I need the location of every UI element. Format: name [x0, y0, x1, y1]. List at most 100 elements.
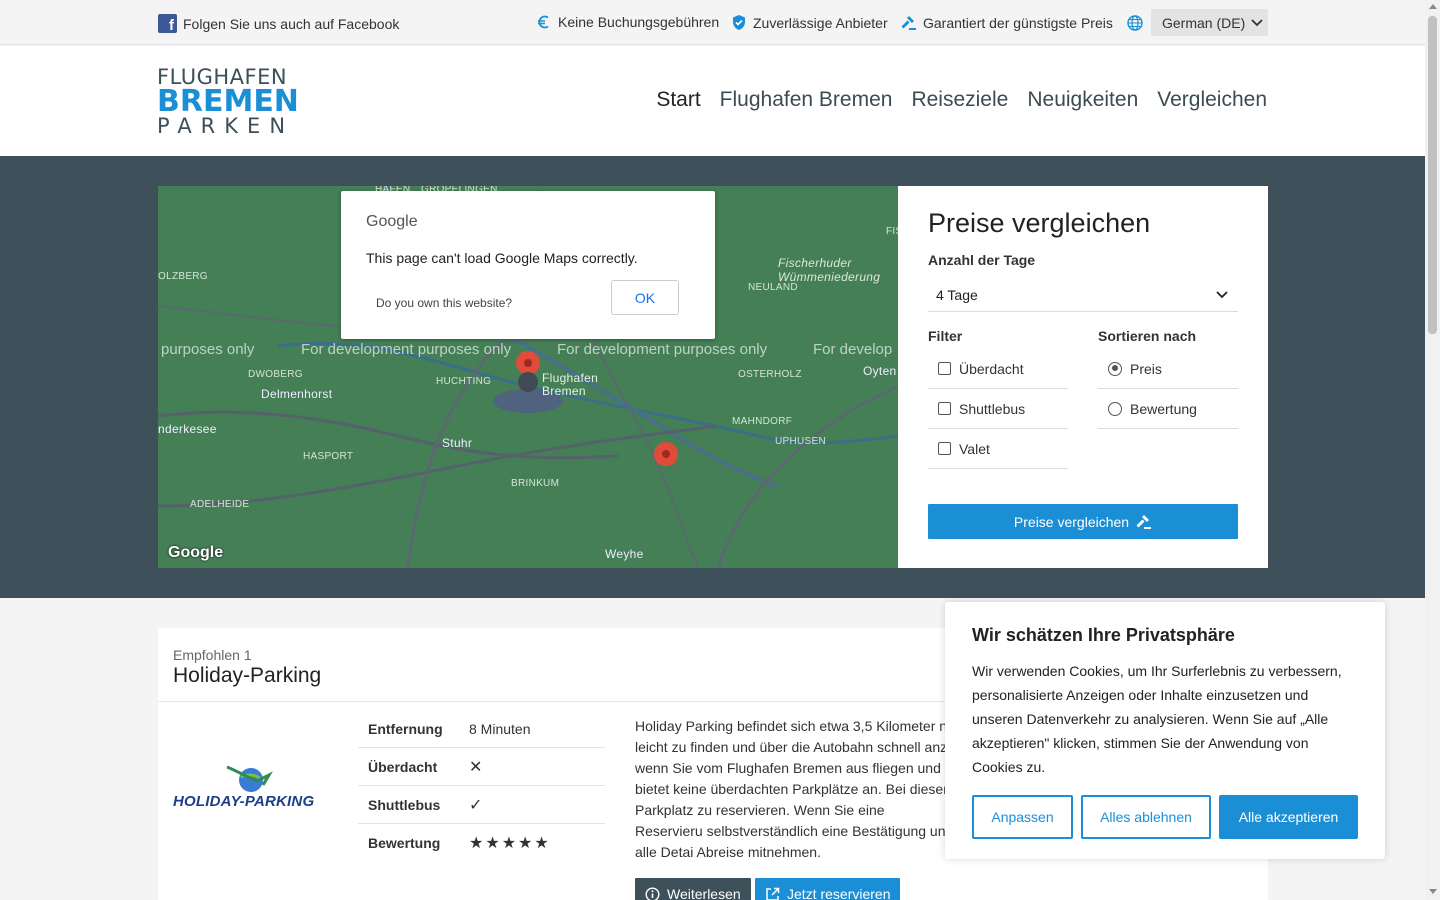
- map-label: nderkesee: [158, 422, 217, 436]
- top-bar: f Folgen Sie uns auch auf Facebook Keine…: [0, 0, 1425, 45]
- sort-label: Sortieren nach: [1098, 328, 1197, 344]
- map-label: ADELHEIDE: [190, 499, 250, 510]
- gavel-icon: [1136, 515, 1152, 529]
- checkbox[interactable]: [938, 442, 951, 455]
- site-logo[interactable]: FLUGHAFEN BREMEN PARKEN: [157, 66, 299, 138]
- euro-icon: [538, 15, 549, 29]
- read-more-label: Weiterlesen: [667, 886, 741, 900]
- days-select[interactable]: 4 Tage: [928, 278, 1238, 312]
- map-label: OSTERHOLZ: [738, 369, 802, 380]
- radio[interactable]: [1108, 361, 1122, 376]
- usp-no-fees: Keine Buchungsgebühren: [536, 14, 719, 30]
- page-scrollbar[interactable]: [1425, 0, 1440, 900]
- compare-button-label: Preise vergleichen: [1013, 513, 1130, 530]
- days-value: 4 Tage: [936, 286, 978, 303]
- table-row: Überdacht ✕: [358, 748, 605, 786]
- days-label: Anzahl der Tage: [928, 252, 1036, 268]
- holiday-parking-text: HOLIDAY-PARKING: [173, 793, 315, 810]
- logo-line-3: PARKEN: [157, 114, 295, 138]
- usp-label: Keine Buchungsgebühren: [558, 14, 720, 30]
- nav-reiseziele[interactable]: Reiseziele: [911, 88, 1008, 112]
- scroll-thumb[interactable]: [1428, 16, 1437, 334]
- feature-key: Entfernung: [368, 720, 443, 737]
- reserve-label: Jetzt reservieren: [787, 886, 891, 900]
- sort-option-label: Preis: [1130, 360, 1162, 377]
- map-label: Stuhr: [442, 436, 473, 450]
- feature-key: Bewertung: [368, 835, 441, 851]
- map-label: HASPORT: [303, 451, 354, 462]
- map-label: UPHUSEN: [775, 436, 826, 447]
- chevron-down-icon: [1216, 291, 1228, 299]
- map-label: Oyten: [863, 364, 897, 378]
- cookie-reject-button[interactable]: Alles ablehnen: [1081, 795, 1211, 839]
- nav-start[interactable]: Start: [656, 88, 700, 112]
- listing-name[interactable]: Holiday-Parking: [173, 664, 321, 688]
- scroll-up-arrow-icon[interactable]: [1429, 4, 1437, 9]
- table-row: Entfernung 8 Minuten: [358, 710, 605, 748]
- map-label: Delmenhorst: [261, 387, 333, 401]
- site-header: FLUGHAFEN BREMEN PARKEN Start Flughafen …: [0, 46, 1425, 156]
- rating-stars: ★★★★★: [469, 835, 551, 852]
- map-label: HUCHTING: [436, 376, 492, 387]
- google-map[interactable]: HÄFEN GRÖPELINGEN OLZBERG DWOBERG HUCHTI…: [158, 186, 898, 568]
- language-select[interactable]: German (DE): [1151, 9, 1268, 36]
- usp-label: Garantiert der günstigste Preis: [923, 14, 1113, 31]
- table-row: Bewertung ★★★★★: [358, 824, 605, 862]
- dev-watermark: For development purposes only: [557, 341, 768, 358]
- cookie-title: Wir schätzen Ihre Privatsphäre: [972, 625, 1235, 645]
- chevron-down-icon: [1251, 18, 1263, 26]
- map-label: Weyhe: [605, 547, 644, 561]
- sort-option-label: Bewertung: [1130, 400, 1197, 417]
- shield-check-icon: [733, 15, 745, 30]
- nav-vergleichen[interactable]: Vergleichen: [1157, 88, 1267, 112]
- map-label: OLZBERG: [158, 271, 208, 282]
- facebook-link[interactable]: f Folgen Sie uns auch auf Facebook: [158, 14, 399, 33]
- maps-error-message: This page can't load Google Maps correct…: [366, 250, 638, 266]
- nav-neuigkeiten[interactable]: Neuigkeiten: [1027, 88, 1138, 112]
- feature-key: Überdacht: [368, 758, 438, 775]
- sort-rating[interactable]: Bewertung: [1098, 389, 1238, 429]
- compare-button[interactable]: Preise vergleichen: [928, 504, 1238, 539]
- filter-covered[interactable]: Überdacht: [928, 349, 1068, 389]
- facebook-label: Folgen Sie uns auch auf Facebook: [183, 15, 400, 32]
- scroll-down-arrow-icon[interactable]: [1429, 889, 1437, 894]
- own-website-link[interactable]: Do you own this website?: [376, 296, 512, 310]
- map-label: FIS: [886, 226, 898, 237]
- map-label: MAHNDORF: [732, 416, 793, 427]
- compare-panel: Preise vergleichen Anzahl der Tage 4 Tag…: [898, 186, 1268, 568]
- globe-icon: [1127, 15, 1143, 31]
- checkbox[interactable]: [938, 362, 951, 375]
- read-more-button[interactable]: Weiterlesen: [635, 878, 751, 900]
- cookie-customize-button[interactable]: Anpassen: [972, 795, 1073, 839]
- features-table: Entfernung 8 Minuten Überdacht ✕ Shuttle…: [358, 710, 605, 862]
- usp-label: Zuverlässige Anbieter: [753, 14, 888, 31]
- map-label: Flughafen Bremen: [542, 371, 599, 398]
- filter-option-label: Überdacht: [959, 360, 1024, 377]
- google-map-logo: Google: [168, 544, 224, 561]
- cookie-consent-banner: Wir schätzen Ihre Privatsphäre Wir verwe…: [945, 602, 1385, 859]
- usp-cheapest: Garantiert der günstigste Preis: [900, 14, 1113, 31]
- cross-icon: ✕: [469, 758, 483, 776]
- plane-globe-icon: [226, 765, 273, 792]
- reserve-button[interactable]: Jetzt reservieren: [755, 878, 901, 900]
- external-link-icon: [766, 887, 780, 900]
- checkbox[interactable]: [938, 402, 951, 415]
- filter-label: Filter: [928, 328, 963, 344]
- filter-shuttle[interactable]: Shuttlebus: [928, 389, 1068, 429]
- radio[interactable]: [1108, 401, 1122, 416]
- google-brand: Google: [366, 213, 418, 230]
- usp-reliable: Zuverlässige Anbieter: [731, 14, 888, 31]
- facebook-icon: f: [158, 14, 177, 33]
- map-label: DWOBERG: [248, 369, 303, 380]
- cookie-accept-button[interactable]: Alle akzeptieren: [1219, 795, 1358, 839]
- main-nav: Start Flughafen Bremen Reiseziele Neuigk…: [656, 88, 1267, 112]
- maps-error-dialog: Google This page can't load Google Maps …: [341, 191, 715, 339]
- logo-line-2: BREMEN: [157, 84, 299, 119]
- map-label: BRINKUM: [511, 478, 560, 489]
- filter-valet[interactable]: Valet: [928, 429, 1068, 469]
- check-icon: ✓: [469, 796, 483, 814]
- ok-button[interactable]: OK: [611, 280, 679, 315]
- sort-price[interactable]: Preis: [1098, 349, 1238, 389]
- feature-key: Shuttlebus: [368, 796, 441, 813]
- nav-flughafen-bremen[interactable]: Flughafen Bremen: [720, 88, 893, 112]
